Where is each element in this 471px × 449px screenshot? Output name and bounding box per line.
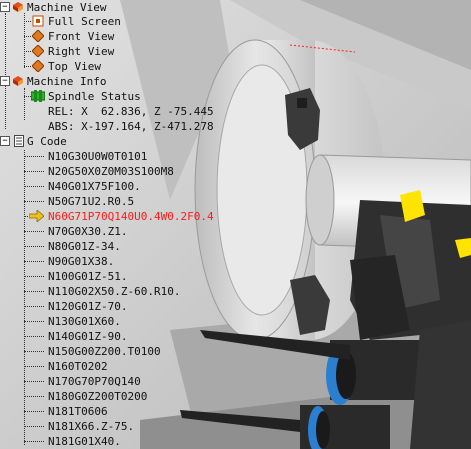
right-view-icon — [32, 45, 44, 57]
tree-item-full-screen[interactable]: Full Screen — [0, 14, 200, 29]
tree-label: Machine Info — [27, 75, 107, 88]
navigation-tree[interactable]: − Machine View Full Screen Front View Ri… — [0, 0, 471, 449]
gcode-line[interactable]: N150G00Z200.T0100 — [0, 344, 240, 359]
gcode-text: N120G01Z-70. — [48, 300, 128, 313]
gcode-text: N181T0606 — [48, 405, 108, 418]
gcode-text: N170G70P70Q140 — [48, 375, 141, 388]
gcode-line[interactable]: N181T0606 — [0, 404, 240, 419]
gcode-text: N20G50X0Z0M03S100M8 — [48, 165, 174, 178]
tree-item-right-view[interactable]: Right View — [0, 44, 200, 59]
abs-readout: ABS: X-197.164, Z-471.278 — [48, 120, 214, 133]
abs-coordinates: ABS: X-197.164, Z-471.278 — [0, 119, 240, 134]
tree-label: Right View — [48, 45, 115, 58]
gcode-text: N40G01X75F100. — [48, 180, 141, 193]
tree-node-g-code[interactable]: − G Code — [0, 134, 200, 149]
gcode-text: N110G02X50.Z-60.R10. — [48, 285, 181, 298]
gcode-text: N80G01Z-34. — [48, 240, 121, 253]
gcode-line[interactable]: N110G02X50.Z-60.R10. — [0, 284, 240, 299]
gcode-text: N181X66.Z-75. — [48, 420, 135, 433]
gcode-text: N180G0Z200T0200 — [48, 390, 148, 403]
tree-label: Spindle Status — [48, 90, 141, 103]
gcode-line[interactable]: N70G0X30.Z1. — [0, 224, 240, 239]
gcode-text: N150G00Z200.T0100 — [48, 345, 161, 358]
gcode-line[interactable]: N100G01Z-51. — [0, 269, 240, 284]
tree-node-machine-info[interactable]: − Machine Info — [0, 74, 200, 89]
gcode-line[interactable]: N181G01X40. — [0, 434, 240, 449]
machine-view-icon — [13, 2, 23, 12]
gcode-text: N160T0202 — [48, 360, 108, 373]
gcode-line[interactable]: N20G50X0Z0M03S100M8 — [0, 164, 240, 179]
tree-label: Top View — [48, 60, 101, 73]
gcode-line[interactable]: N180G0Z200T0200 — [0, 389, 240, 404]
collapse-toggle-icon[interactable]: − — [0, 76, 10, 86]
tree-label: Machine View — [27, 1, 107, 14]
gcode-line[interactable]: N90G01X38. — [0, 254, 240, 269]
gcode-line[interactable]: N170G70P70Q140 — [0, 374, 240, 389]
tree-label: Full Screen — [48, 15, 121, 28]
spindle-icon — [31, 90, 45, 102]
gcode-text: N10G30U0W0T0101 — [48, 150, 148, 163]
gcode-line[interactable]: N10G30U0W0T0101 — [0, 149, 240, 164]
gcode-text: N70G0X30.Z1. — [48, 225, 128, 238]
rel-coordinates: REL: X 62.836, Z -75.445 — [0, 104, 240, 119]
current-line-arrow-icon — [29, 210, 44, 222]
rel-readout: REL: X 62.836, Z -75.445 — [48, 105, 214, 118]
gcode-line[interactable]: N50G71U2.R0.5 — [0, 194, 240, 209]
full-screen-icon — [32, 15, 44, 27]
gcode-line[interactable]: N40G01X75F100. — [0, 179, 240, 194]
gcode-text: N50G71U2.R0.5 — [48, 195, 135, 208]
collapse-toggle-icon[interactable]: − — [0, 136, 10, 146]
gcode-line[interactable]: N160T0202 — [0, 359, 240, 374]
machine-info-icon — [13, 76, 23, 86]
front-view-icon — [32, 30, 44, 42]
top-view-icon — [32, 60, 44, 72]
collapse-toggle-icon[interactable]: − — [0, 2, 10, 12]
gcode-text: N90G01X38. — [48, 255, 115, 268]
gcode-line[interactable]: N130G01X60. — [0, 314, 240, 329]
gcode-text: N130G01X60. — [48, 315, 121, 328]
tree-label: Front View — [48, 30, 115, 43]
tree-item-front-view[interactable]: Front View — [0, 29, 200, 44]
gcode-text: N140G01Z-90. — [48, 330, 128, 343]
gcode-line[interactable]: N120G01Z-70. — [0, 299, 240, 314]
tree-node-machine-view[interactable]: − Machine View — [0, 0, 200, 15]
gcode-text: N60G71P70Q140U0.4W0.2F0.4 — [48, 210, 214, 223]
gcode-line[interactable]: N140G01Z-90. — [0, 329, 240, 344]
gcode-text: N100G01Z-51. — [48, 270, 128, 283]
tree-label: G Code — [27, 135, 67, 148]
gcode-text: N181G01X40. — [48, 435, 121, 448]
tree-item-top-view[interactable]: Top View — [0, 59, 200, 74]
gcode-line[interactable]: N80G01Z-34. — [0, 239, 240, 254]
gcode-line[interactable]: N181X66.Z-75. — [0, 419, 240, 434]
document-icon — [14, 135, 24, 147]
tree-item-spindle-status[interactable]: Spindle Status — [0, 89, 200, 104]
